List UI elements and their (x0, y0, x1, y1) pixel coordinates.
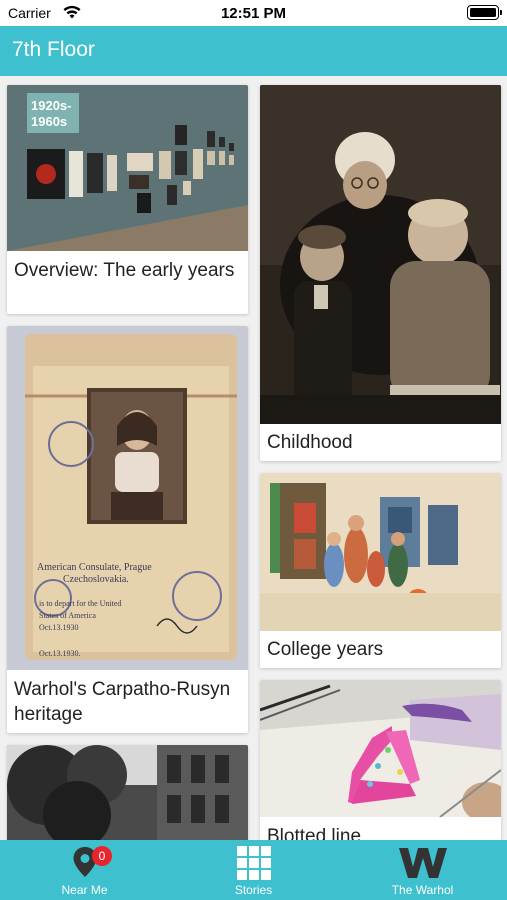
passport-image: American Consulate, Prague Czechoslovaki… (7, 326, 248, 670)
page-title: 7th Floor (12, 38, 95, 61)
tab-stories-label: Stories (234, 883, 273, 897)
nav-bar: 7th Floor (0, 26, 507, 76)
tab-near-me[interactable]: 0 Near Me (0, 840, 169, 900)
battery-icon (467, 5, 502, 20)
svg-text:Oct.13.1930.: Oct.13.1930. (39, 649, 81, 658)
shoe-drawing-image (260, 680, 501, 817)
tab-near-me-label: Near Me (61, 883, 108, 897)
tab-stories[interactable]: Stories (169, 840, 338, 900)
tab-bar: 0 Near Me Stories The Warhol (0, 840, 507, 900)
story-card-title: Childhood (267, 432, 353, 453)
street-painting-image (260, 473, 501, 631)
stories-grid[interactable]: 1920s- 1960s Overview: The early years C… (0, 76, 507, 840)
grid-icon (236, 846, 271, 885)
story-card-heritage[interactable]: American Consulate, Prague Czechoslovaki… (7, 326, 248, 733)
story-card-title: College years (267, 639, 384, 660)
svg-text:1960s: 1960s (31, 114, 67, 129)
svg-text:Oct.13.1930: Oct.13.1930 (39, 623, 79, 632)
status-bar: Carrier 12:51 PM (0, 0, 507, 26)
warhol-logo-icon (398, 848, 447, 883)
family-photo-image (260, 85, 501, 424)
tab-the-warhol-label: The Warhol (391, 883, 454, 897)
story-card-title: Warhol's Carpatho-Rusyn heritage (14, 679, 231, 725)
tab-the-warhol[interactable]: The Warhol (338, 840, 507, 900)
notification-badge: 0 (92, 846, 112, 866)
story-card-overview[interactable]: 1920s- 1960s Overview: The early years (7, 85, 248, 314)
clock: 12:51 PM (220, 5, 287, 22)
app-screen: Carrier 12:51 PM 7th Floor 1920s- 1960s … (0, 0, 507, 900)
story-card-college[interactable]: College years (260, 473, 501, 668)
svg-text:1920s-: 1920s- (31, 98, 71, 113)
story-card-title: Blotted line (267, 826, 362, 840)
svg-text:Czechoslovakia.: Czechoslovakia. (63, 574, 129, 585)
story-card-street[interactable] (7, 745, 248, 840)
street-photo-image (7, 745, 248, 840)
svg-text:is to depart for the United: is to depart for the United (39, 599, 121, 608)
svg-text:American Consulate, Prague: American Consulate, Prague (37, 562, 152, 573)
story-card-blotted-line[interactable]: Blotted line (260, 680, 501, 840)
gallery-wall-image: 1920s- 1960s (7, 85, 248, 251)
story-card-title: Overview: The early years (14, 260, 235, 281)
story-card-childhood[interactable]: Childhood (260, 85, 501, 461)
svg-text:States of America: States of America (39, 611, 96, 620)
